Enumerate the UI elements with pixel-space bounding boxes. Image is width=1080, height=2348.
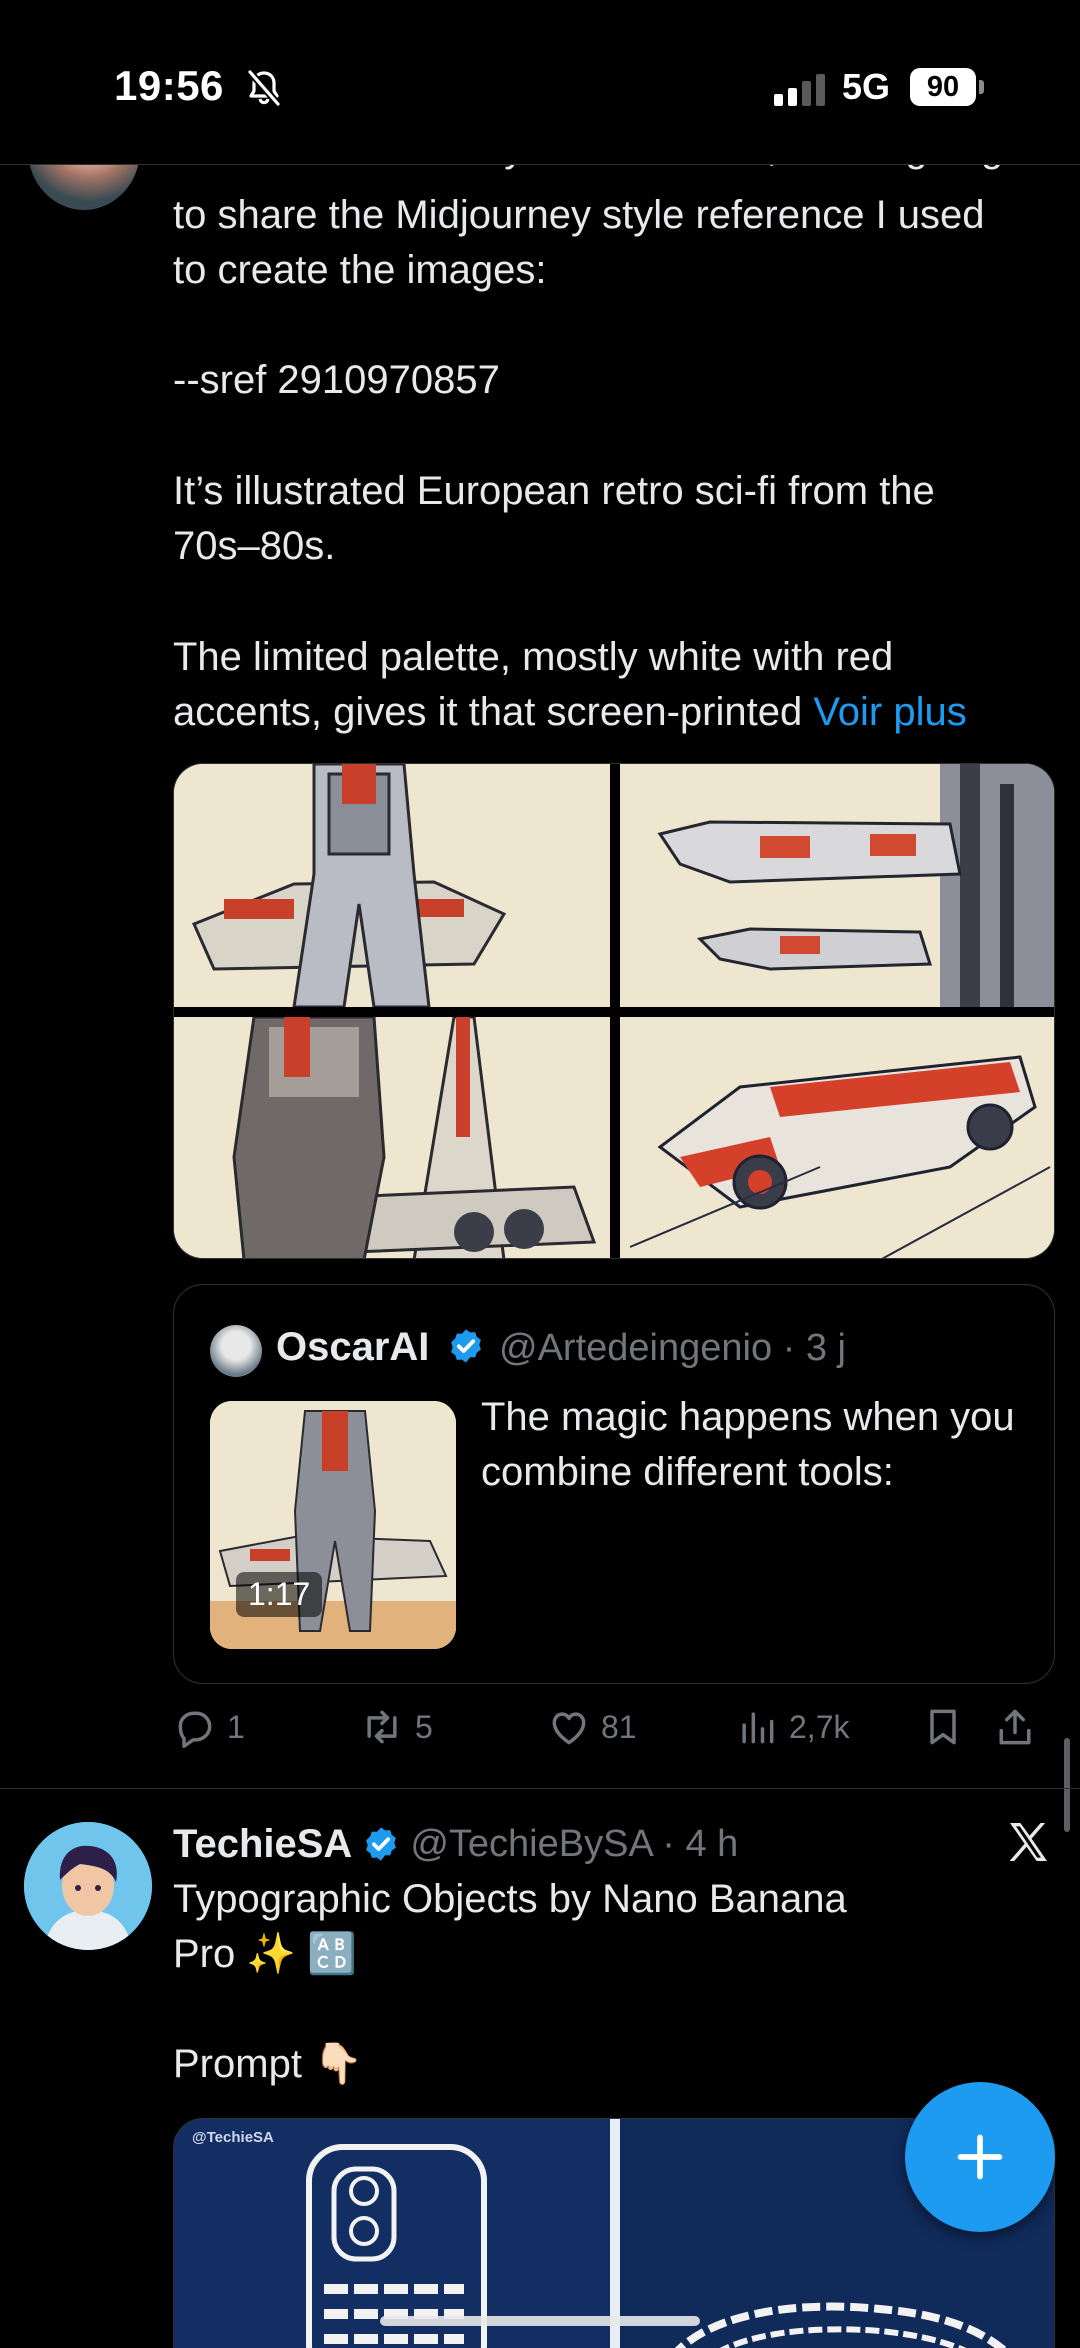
verified-badge-icon — [366, 1827, 397, 1861]
tweet2-text: Typographic Objects by Nano Banana Pro ✨… — [173, 1872, 1003, 1982]
compose-tweet-button[interactable] — [905, 2082, 1055, 2232]
feed-scrollbar[interactable] — [1064, 1738, 1070, 1832]
tweet-text-line: --sref 2910970857 — [173, 358, 500, 402]
signal-icon — [774, 74, 825, 106]
video-duration: 1:17 — [236, 1572, 323, 1617]
reply-count: 1 — [227, 1708, 245, 1745]
author-handle: @TechieBySA · 4 h — [410, 1822, 739, 1865]
quoted-tweet-card[interactable]: OscarAI @Artedeingenio · 3 j 1:17 The ma… — [173, 1284, 1055, 1684]
plus-icon — [957, 2134, 1003, 2180]
media-image-red-spaceship[interactable] — [620, 1017, 1054, 1258]
bookmark-button[interactable] — [921, 1705, 965, 1749]
tweet-text-line: accents, gives it that screen-printed Vo… — [173, 685, 1053, 740]
tweet-text-line: to create the images: — [173, 248, 547, 292]
bookmark-icon — [930, 1709, 956, 1745]
views-icon — [742, 1712, 774, 1744]
battery-tip — [979, 80, 984, 94]
views-count: 2,7k — [789, 1708, 850, 1745]
verified-badge-icon — [450, 1329, 481, 1364]
author-name[interactable]: TechieSA — [173, 1822, 352, 1867]
tweet-text-line: It’s illustrated European retro sci-fi f… — [173, 469, 935, 513]
tweet2-prompt-text: Prompt 👇🏻 — [173, 2042, 363, 2086]
media-image-typographic-iphone[interactable]: @TechieSA — [174, 2119, 610, 2348]
home-indicator[interactable] — [380, 2316, 700, 2326]
like-button[interactable]: 81 — [547, 1705, 637, 1749]
repost-count: 5 — [415, 1708, 433, 1745]
share-button[interactable] — [993, 1705, 1037, 1749]
battery-level: 90 — [910, 68, 976, 106]
views-button[interactable]: 2,7k — [735, 1705, 849, 1749]
tweet-divider — [0, 1788, 1080, 1789]
tweet-text-last-line: accents, gives it that screen-printed — [173, 690, 803, 734]
tweet-action-bar: 1 5 81 2,7k — [173, 1705, 1063, 1757]
tweet-text-line: to share the Midjourney style reference … — [173, 193, 985, 237]
tweet-media-grid[interactable] — [173, 763, 1055, 1259]
media-image-spaceships-tower[interactable] — [620, 764, 1054, 1007]
quoted-author-avatar[interactable] — [210, 1325, 262, 1377]
status-bar: 19:56 5G 90 — [0, 0, 1080, 165]
x-logo-icon[interactable] — [1004, 1818, 1052, 1866]
tweet2-text-line: Pro ✨ 🔠 — [173, 1932, 358, 1976]
network-type: 5G — [842, 66, 891, 107]
tweet2-header: TechieSA @TechieBySA · 4 h — [173, 1818, 738, 1870]
quoted-author-name-text: OscarAI — [276, 1325, 430, 1369]
show-more-link[interactable]: Voir plus — [813, 690, 966, 734]
reply-button[interactable]: 1 — [173, 1705, 245, 1749]
status-time: 19:56 — [114, 62, 224, 109]
like-icon — [552, 1712, 586, 1745]
repost-icon — [367, 1710, 397, 1744]
quoted-video-thumbnail[interactable]: 1:17 — [210, 1401, 456, 1649]
media-image-astronaut-ship[interactable] — [174, 764, 610, 1007]
tweet2-text-line: Typographic Objects by Nano Banana — [173, 1877, 847, 1921]
repost-button[interactable]: 5 — [359, 1705, 433, 1749]
share-icon — [999, 1709, 1031, 1745]
tweet-text-line: The limited palette, mostly white with r… — [173, 635, 894, 679]
author-avatar-techiesa[interactable] — [24, 1822, 152, 1950]
quoted-author-name[interactable]: OscarAI — [276, 1325, 485, 1370]
quoted-tweet-text: The magic happens when you combine diffe… — [481, 1395, 1015, 1494]
media-separator — [610, 2119, 620, 2348]
quoted-author-handle: @Artedeingenio · 3 j — [499, 1327, 846, 1369]
like-count: 81 — [601, 1708, 637, 1745]
bell-slash-icon — [247, 69, 281, 107]
reply-icon — [178, 1711, 212, 1748]
media-image-astronaut-rocket[interactable] — [174, 1017, 610, 1258]
tweet-text-line: 70s–80s. — [173, 524, 336, 568]
